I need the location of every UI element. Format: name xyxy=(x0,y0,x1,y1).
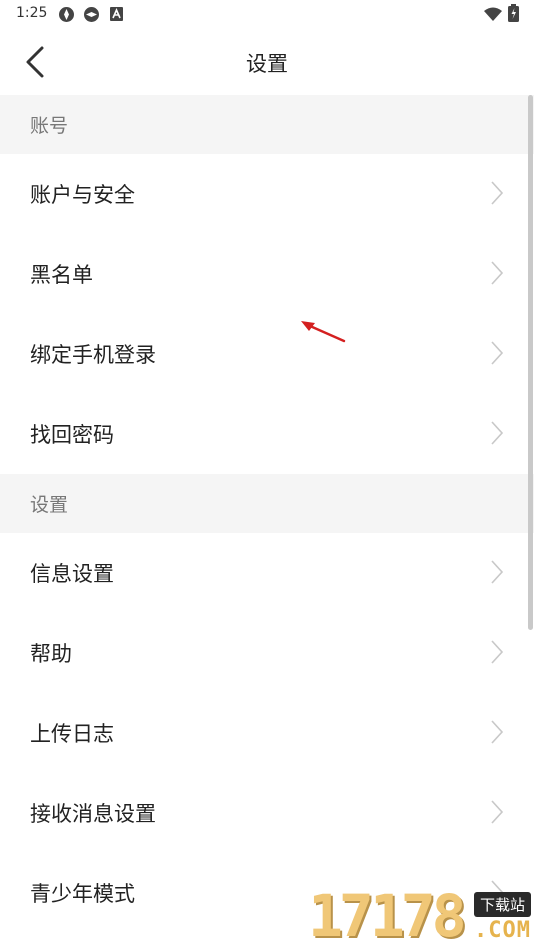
settings-item-label: 信息设置 xyxy=(30,562,114,586)
chevron-right-icon xyxy=(491,560,504,584)
section-header-account: 账号 xyxy=(0,95,534,154)
chevron-right-icon xyxy=(491,341,504,365)
chevron-right-icon xyxy=(491,421,504,445)
settings-item-label: 上传日志 xyxy=(30,722,114,746)
settings-item-blacklist[interactable]: 黑名单 xyxy=(0,234,534,314)
chevron-right-icon xyxy=(491,181,504,205)
section-header-settings: 设置 xyxy=(0,474,534,533)
battery-icon xyxy=(508,4,519,22)
section-title: 设置 xyxy=(30,494,69,516)
a-badge-icon xyxy=(110,7,123,21)
annotation-arrow-icon xyxy=(301,321,346,343)
settings-item-receive-message[interactable]: 接收消息设置 xyxy=(0,773,534,853)
watermark-logo: 17178 下载站 .COM xyxy=(308,884,534,950)
watermark-number: 17178 xyxy=(308,882,467,950)
page-title: 设置 xyxy=(246,52,288,76)
settings-item-message-settings[interactable]: 信息设置 xyxy=(0,533,534,613)
wifi-icon xyxy=(484,7,502,21)
settings-item-bind-phone[interactable]: 绑定手机登录 xyxy=(0,314,534,394)
settings-item-label: 绑定手机登录 xyxy=(30,343,156,367)
settings-item-account-security[interactable]: 账户与安全 xyxy=(0,154,534,234)
settings-list: 账号 账户与安全 黑名单 绑定手机登录 找回密码 设置 信息设置 帮助 上传日志… xyxy=(0,95,534,933)
chevron-right-icon xyxy=(491,800,504,824)
settings-item-label: 接收消息设置 xyxy=(30,802,156,826)
section-title: 账号 xyxy=(30,115,69,137)
sync-icon xyxy=(84,7,99,22)
scrollbar[interactable] xyxy=(528,95,533,630)
settings-item-label: 帮助 xyxy=(30,642,72,666)
status-bar: 1:25 xyxy=(0,0,534,28)
settings-item-label: 青少年模式 xyxy=(30,882,135,906)
settings-item-label: 账户与安全 xyxy=(30,183,135,207)
chevron-right-icon xyxy=(491,261,504,285)
chevron-right-icon xyxy=(491,720,504,744)
settings-item-upload-log[interactable]: 上传日志 xyxy=(0,693,534,773)
app-header: 设置 xyxy=(0,28,534,95)
settings-item-recover-password[interactable]: 找回密码 xyxy=(0,394,534,474)
settings-item-label: 找回密码 xyxy=(30,423,114,447)
sync-icon xyxy=(59,7,74,22)
chevron-right-icon xyxy=(491,640,504,664)
watermark-badge: 下载站 xyxy=(474,892,532,917)
watermark-domain: .COM xyxy=(474,918,531,943)
status-time: 1:25 xyxy=(16,5,48,21)
settings-item-help[interactable]: 帮助 xyxy=(0,613,534,693)
settings-item-label: 黑名单 xyxy=(30,263,93,287)
